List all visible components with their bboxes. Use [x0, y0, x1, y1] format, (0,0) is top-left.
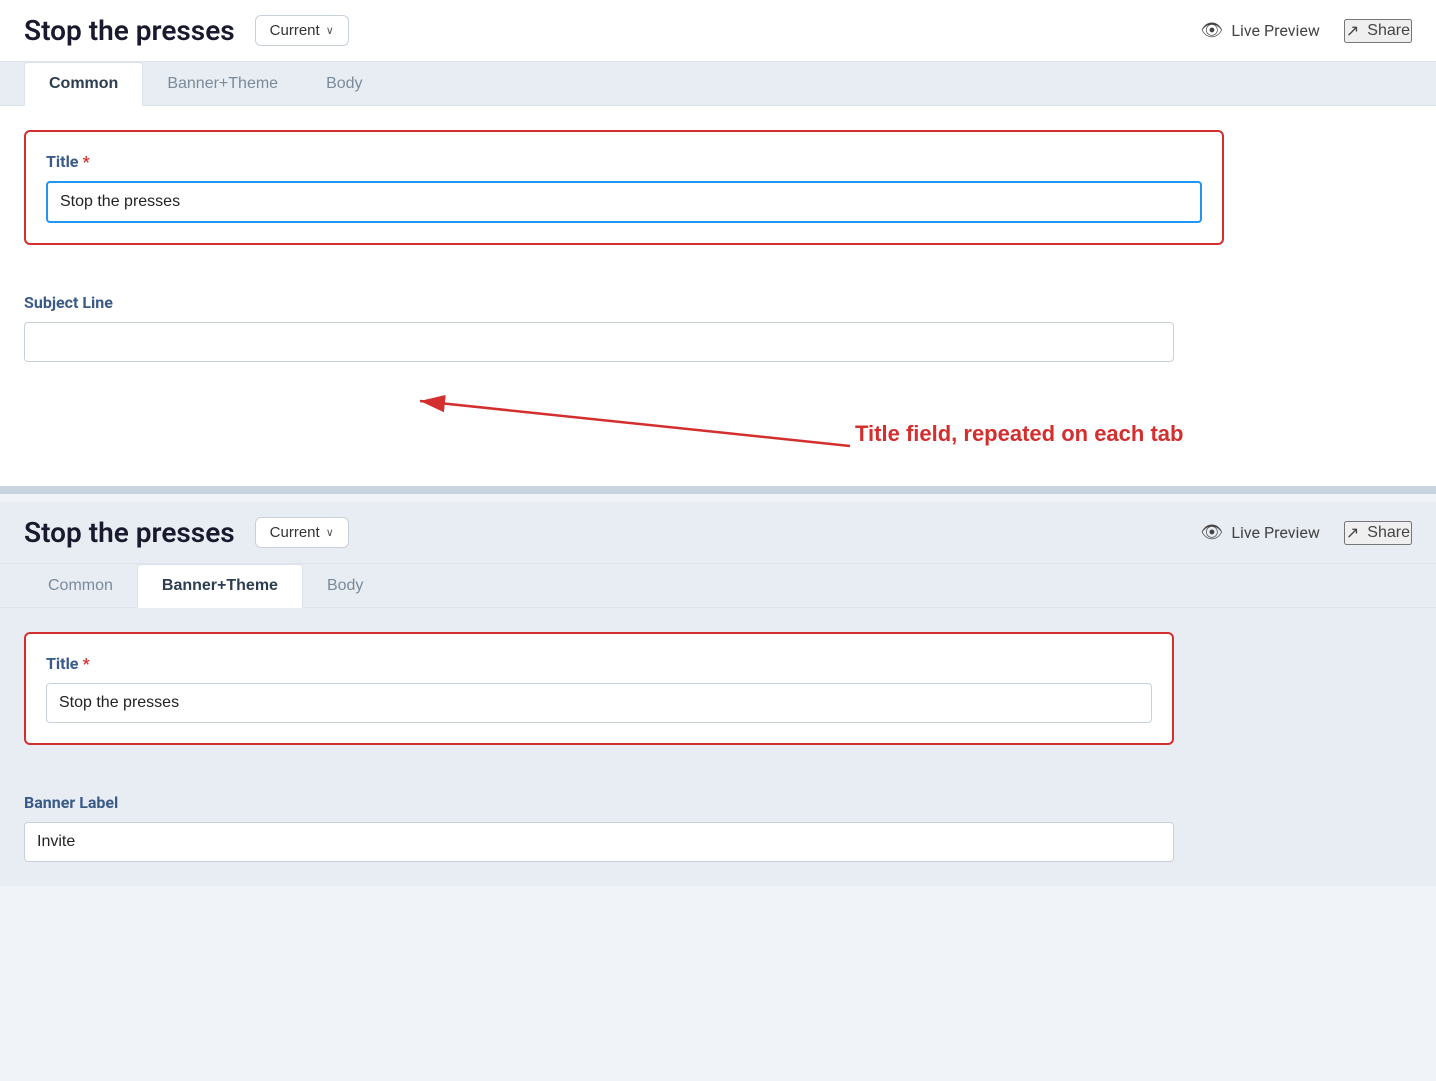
page-title-top: Stop the presses [24, 14, 235, 47]
tab-common-bottom[interactable]: Common [24, 565, 137, 607]
header-actions-top: 👁 Live Preview ↗ Share [1201, 19, 1412, 43]
subject-line-label: Subject Line [24, 293, 1412, 312]
header-actions-bottom: 👁 Live Preview ↗ Share [1201, 521, 1412, 545]
bottom-section: Stop the presses Current ∨ 👁 Live Previe… [0, 502, 1436, 886]
annotation-text-top: Title field, repeated on each tab [855, 421, 1183, 446]
share-label-bottom: Share [1367, 524, 1410, 542]
subject-line-input[interactable] [24, 322, 1174, 362]
subject-line-section: Subject Line [0, 269, 1436, 386]
required-star-top: * [82, 152, 89, 171]
title-input-bottom[interactable] [46, 683, 1152, 723]
live-preview-button-top[interactable]: 👁 Live Preview [1201, 20, 1320, 41]
live-preview-label-top: Live Preview [1231, 21, 1320, 40]
version-dropdown-bottom[interactable]: Current ∨ [255, 517, 349, 548]
annotation-area: Title field, repeated on each tab [0, 386, 1436, 486]
title-label-bottom: Title * [46, 654, 1152, 673]
version-label-bottom: Current [270, 524, 320, 541]
page-title-bottom: Stop the presses [24, 516, 235, 549]
banner-label-input[interactable] [24, 822, 1174, 862]
form-area-bottom: Title * [0, 608, 1436, 769]
share-arrow-icon-top: ↗ [1346, 21, 1359, 41]
annotation-arrow-svg: Title field, repeated on each tab [0, 386, 1436, 486]
tabs-bar-bottom: Common Banner+Theme Body [0, 564, 1436, 608]
top-section: Stop the presses Current ∨ 👁 Live Previe… [0, 0, 1436, 486]
tab-banner-theme-top[interactable]: Banner+Theme [143, 63, 302, 105]
title-input-top[interactable] [46, 181, 1202, 223]
tab-body-top[interactable]: Body [302, 63, 386, 105]
tab-body-bottom[interactable]: Body [303, 565, 387, 607]
share-button-top[interactable]: ↗ Share [1344, 19, 1412, 43]
banner-label-section: Banner Label [0, 769, 1436, 886]
title-label-top: Title * [46, 152, 1202, 171]
required-star-bottom: * [82, 654, 89, 673]
title-field-panel-top: Title * [24, 130, 1224, 245]
share-label-top: Share [1367, 22, 1410, 40]
chevron-down-icon-top: ∨ [326, 24, 334, 37]
eye-icon-top: 👁 [1201, 20, 1224, 41]
chevron-down-icon-bottom: ∨ [326, 526, 334, 539]
live-preview-button-bottom[interactable]: 👁 Live Preview [1201, 522, 1320, 543]
tabs-bar-top: Common Banner+Theme Body [0, 62, 1436, 106]
version-label-top: Current [270, 22, 320, 39]
share-button-bottom[interactable]: ↗ Share [1344, 521, 1412, 545]
share-arrow-icon-bottom: ↗ [1346, 523, 1359, 543]
eye-icon-bottom: 👁 [1201, 522, 1224, 543]
title-field-panel-bottom: Title * [24, 632, 1174, 745]
section-divider [0, 486, 1436, 494]
page-wrapper: Stop the presses Current ∨ 👁 Live Previe… [0, 0, 1436, 886]
form-area-top: Title * [0, 106, 1436, 269]
live-preview-label-bottom: Live Preview [1231, 523, 1320, 542]
header-bar-bottom: Stop the presses Current ∨ 👁 Live Previe… [0, 502, 1436, 564]
tab-common-top[interactable]: Common [24, 62, 143, 106]
version-dropdown-top[interactable]: Current ∨ [255, 15, 349, 46]
banner-label-label: Banner Label [24, 793, 1412, 812]
header-bar-top: Stop the presses Current ∨ 👁 Live Previe… [0, 0, 1436, 62]
tab-banner-theme-bottom[interactable]: Banner+Theme [137, 564, 303, 608]
